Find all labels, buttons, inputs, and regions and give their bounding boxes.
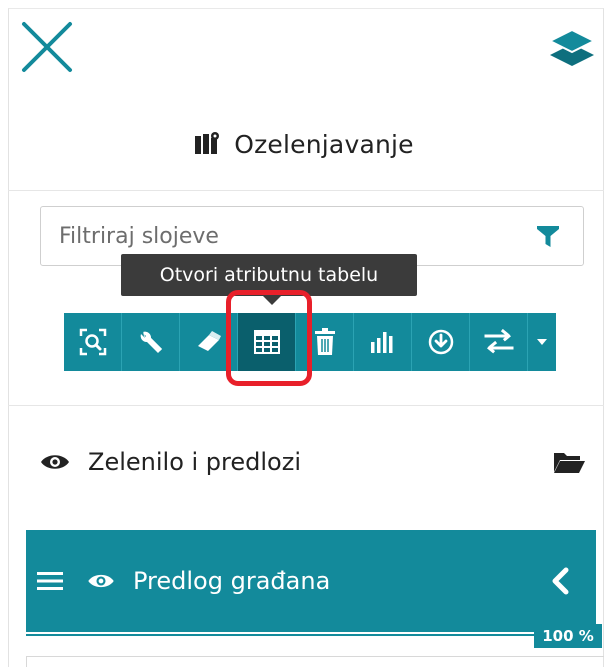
swap-button[interactable] bbox=[470, 313, 528, 371]
hamburger-icon[interactable] bbox=[37, 570, 63, 592]
folder-open-icon[interactable] bbox=[552, 449, 586, 475]
zoom-to-extent-button[interactable] bbox=[64, 313, 122, 371]
table-icon bbox=[253, 330, 280, 354]
swap-icon bbox=[484, 329, 513, 355]
eye-icon[interactable] bbox=[40, 451, 70, 473]
zoom-to-extent-icon bbox=[79, 328, 106, 356]
wrench-button[interactable] bbox=[122, 313, 180, 371]
bar-chart-icon bbox=[370, 332, 392, 353]
eraser-icon bbox=[197, 331, 221, 351]
trash-icon bbox=[314, 328, 335, 355]
delete-button[interactable] bbox=[296, 313, 354, 371]
layer-item[interactable]: Predlog građana bbox=[26, 530, 596, 632]
download-icon bbox=[428, 329, 453, 355]
layer-group: Zelenilo i predlozi bbox=[40, 440, 600, 484]
opacity-percent-badge: 100 % bbox=[534, 624, 602, 648]
open-attribute-table-button[interactable] bbox=[238, 313, 296, 371]
divider bbox=[26, 656, 27, 667]
layer-label: Predlog građana bbox=[133, 567, 331, 595]
opacity-slider[interactable] bbox=[26, 634, 596, 636]
tooltip-arrow bbox=[261, 294, 283, 305]
close-icon[interactable] bbox=[20, 20, 74, 74]
panel-title: Ozelenjavanje bbox=[0, 122, 608, 166]
divider bbox=[8, 405, 604, 406]
caret-down-icon bbox=[537, 339, 547, 345]
download-button[interactable] bbox=[412, 313, 470, 371]
statistics-button[interactable] bbox=[354, 313, 412, 371]
panel-title-text: Ozelenjavanje bbox=[234, 129, 414, 159]
wrench-icon bbox=[140, 331, 162, 353]
eraser-button[interactable] bbox=[180, 313, 238, 371]
chevron-left-icon[interactable] bbox=[548, 567, 572, 595]
divider bbox=[26, 656, 604, 657]
layers-icon[interactable] bbox=[546, 26, 598, 74]
eye-icon[interactable] bbox=[87, 571, 115, 591]
tooltip: Otvori atributnu tabelu bbox=[121, 254, 417, 296]
layer-toolbar bbox=[64, 313, 556, 371]
group-label: Zelenilo i predlozi bbox=[88, 448, 301, 476]
divider bbox=[8, 190, 604, 191]
filter-icon[interactable] bbox=[535, 223, 561, 249]
more-options-button[interactable] bbox=[528, 313, 556, 371]
map-icon bbox=[195, 132, 220, 154]
